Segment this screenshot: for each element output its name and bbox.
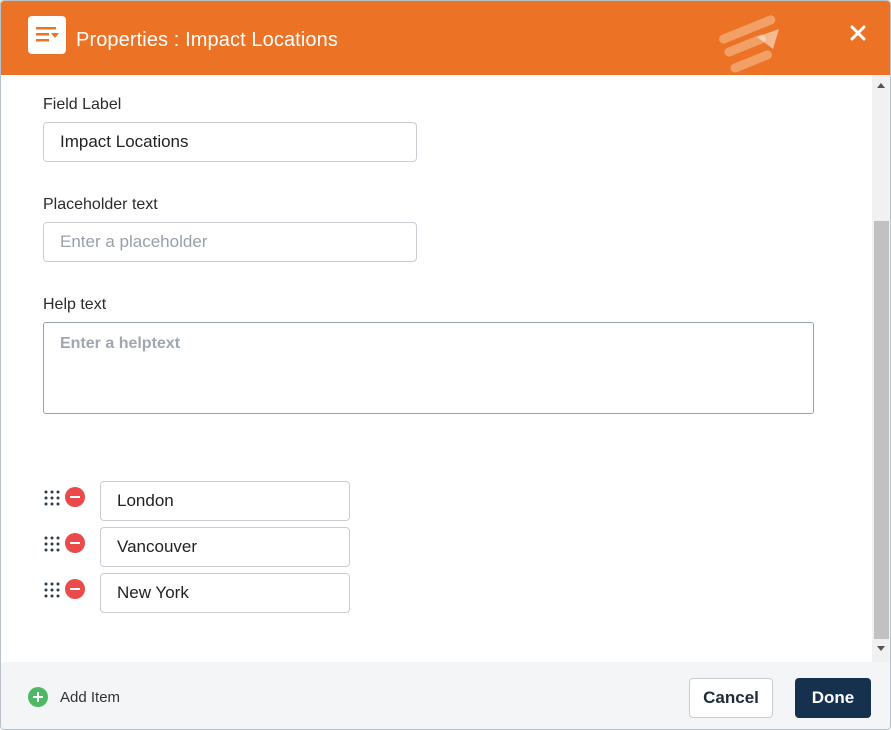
- add-item-label: Add Item: [60, 689, 121, 706]
- done-button[interactable]: Done: [795, 678, 871, 718]
- option-input[interactable]: London: [100, 481, 350, 521]
- scroll-thumb[interactable]: [874, 221, 889, 639]
- modal-header: Properties : Impact Locations: [1, 1, 890, 75]
- plus-circle-icon: [28, 687, 48, 707]
- drag-handle-icon[interactable]: [43, 535, 61, 553]
- close-icon[interactable]: [844, 19, 872, 47]
- option-input[interactable]: Vancouver: [100, 527, 350, 567]
- modal-body: Field Label Impact Locations Placeholder…: [1, 75, 872, 662]
- option-input[interactable]: New York: [100, 573, 350, 613]
- brand-logo-icon: [713, 7, 783, 73]
- drag-handle-icon[interactable]: [43, 489, 61, 507]
- option-row: New York: [43, 573, 363, 613]
- list-filter-icon: [28, 16, 66, 54]
- placeholder-text-input[interactable]: Enter a placeholder: [43, 222, 417, 262]
- properties-modal: Properties : Impact Locations Field Labe…: [0, 0, 891, 730]
- drag-handle-icon[interactable]: [43, 581, 61, 599]
- cancel-button[interactable]: Cancel: [689, 678, 773, 718]
- help-text-label: Help text: [43, 296, 107, 313]
- field-label-input[interactable]: Impact Locations: [43, 122, 417, 162]
- remove-icon[interactable]: [65, 533, 85, 553]
- scroll-up-icon[interactable]: [877, 83, 885, 88]
- scroll-down-icon[interactable]: [877, 646, 885, 651]
- option-row: London: [43, 481, 363, 521]
- option-row: Vancouver: [43, 527, 363, 567]
- field-label-label: Field Label: [43, 96, 122, 113]
- help-text-textarea[interactable]: Enter a helptext: [43, 322, 814, 414]
- modal-title: Properties : Impact Locations: [76, 29, 338, 51]
- remove-icon[interactable]: [65, 579, 85, 599]
- modal-footer: Add Item Cancel Done: [1, 662, 890, 729]
- placeholder-text-label: Placeholder text: [43, 196, 158, 213]
- remove-icon[interactable]: [65, 487, 85, 507]
- vertical-scrollbar[interactable]: [872, 75, 890, 662]
